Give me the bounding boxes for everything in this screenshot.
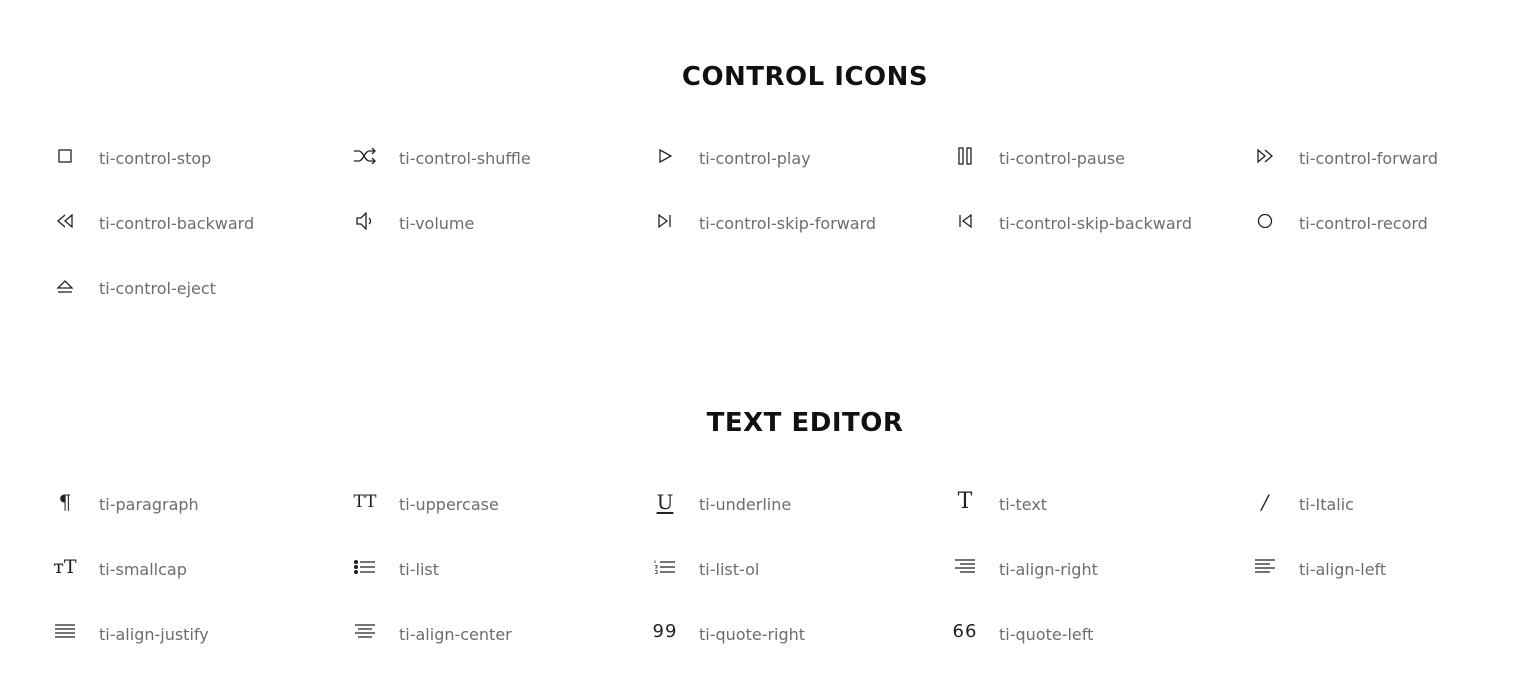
- icon-item-label: ti-list: [399, 559, 439, 579]
- icon-item-control-pause[interactable]: ti-control-pause: [945, 138, 1245, 174]
- align-right-icon: [945, 555, 985, 579]
- icon-item-label: ti-align-right: [999, 559, 1098, 579]
- icon-item-align-left[interactable]: ti-align-left: [1245, 549, 1526, 585]
- icon-item-control-forward[interactable]: ti-control-forward: [1245, 138, 1526, 174]
- underline-icon: U: [656, 490, 674, 514]
- icon-item-label: ti-underline: [699, 494, 792, 514]
- uppercase-icon: TT: [353, 492, 377, 512]
- icon-item-smallcap[interactable]: тT ti-smallcap: [45, 549, 345, 585]
- section-title-text-editor: TEXT EDITOR: [706, 408, 904, 438]
- align-center-icon: [345, 620, 385, 644]
- volume-icon: [345, 209, 385, 233]
- skip-backward-icon: [945, 209, 985, 233]
- pause-icon: [945, 144, 985, 168]
- icon-item-label: ti-control-skip-backward: [999, 213, 1193, 233]
- forward-icon: [1245, 144, 1285, 168]
- eject-icon: [45, 274, 85, 298]
- icon-item-label: ti-smallcap: [99, 559, 187, 579]
- icon-item-paragraph[interactable]: ¶ ti-paragraph: [45, 484, 345, 520]
- quote-right-icon: 99: [652, 621, 678, 642]
- icon-item-control-skip-backward[interactable]: ti-control-skip-backward: [945, 203, 1245, 239]
- icon-item-control-skip-forward[interactable]: ti-control-skip-forward: [645, 203, 945, 239]
- skip-forward-icon: [645, 209, 685, 233]
- icon-item-label: ti-paragraph: [99, 494, 199, 514]
- backward-icon: [45, 209, 85, 233]
- icon-item-label: ti-control-record: [1299, 213, 1428, 233]
- icon-item-label: ti-control-eject: [99, 278, 216, 298]
- text-editor-grid: ¶ ti-paragraph TT ti-uppercase U ti-unde…: [45, 484, 1515, 679]
- icon-item-underline[interactable]: U ti-underline: [645, 484, 945, 520]
- icon-item-list[interactable]: ti-list: [345, 549, 645, 585]
- play-icon: [645, 144, 685, 168]
- shuffle-icon: [345, 144, 385, 168]
- icon-item-label: ti-text: [999, 494, 1048, 514]
- icon-item-align-center[interactable]: ti-align-center: [345, 614, 645, 650]
- align-justify-icon: [45, 620, 85, 644]
- icon-item-label: ti-align-justify: [99, 624, 209, 644]
- stop-icon: [45, 144, 85, 168]
- icon-item-label: ti-control-skip-forward: [699, 213, 877, 233]
- section-title-control-icons: CONTROL ICONS: [681, 62, 929, 92]
- icon-item-label: ti-control-backward: [99, 213, 255, 233]
- control-icons-grid: ti-control-stop ti-control-shuffle ti-co…: [45, 138, 1515, 333]
- icon-item-volume[interactable]: ti-volume: [345, 203, 645, 239]
- icon-item-control-shuffle[interactable]: ti-control-shuffle: [345, 138, 645, 174]
- paragraph-icon: ¶: [58, 490, 72, 514]
- icon-item-control-backward[interactable]: ti-control-backward: [45, 203, 345, 239]
- smallcap-icon: тT: [53, 556, 77, 578]
- icon-item-label: ti-quote-left: [999, 624, 1094, 644]
- icon-item-label: ti-quote-right: [699, 624, 806, 644]
- icon-item-label: ti-uppercase: [399, 494, 499, 514]
- icon-item-align-justify[interactable]: ti-align-justify: [45, 614, 345, 650]
- icon-item-text[interactable]: T ti-text: [945, 484, 1245, 520]
- icon-item-label: ti-control-pause: [999, 148, 1126, 168]
- icon-item-italic[interactable]: / ti-Italic: [1245, 484, 1526, 520]
- icon-item-uppercase[interactable]: TT ti-uppercase: [345, 484, 645, 520]
- icon-item-control-record[interactable]: ti-control-record: [1245, 203, 1526, 239]
- icon-item-control-eject[interactable]: ti-control-eject: [45, 268, 345, 304]
- record-icon: [1245, 209, 1285, 233]
- text-icon: T: [957, 489, 973, 514]
- icon-item-control-stop[interactable]: ti-control-stop: [45, 138, 345, 174]
- italic-icon: /: [1261, 490, 1269, 514]
- icon-item-quote-left[interactable]: 66 ti-quote-left: [945, 614, 1245, 650]
- icon-item-list-ol[interactable]: ti-list-ol: [645, 549, 945, 585]
- list-icon: [345, 555, 385, 579]
- icon-item-label: ti-Italic: [1299, 494, 1354, 514]
- align-left-icon: [1245, 555, 1285, 579]
- icon-item-label: ti-align-left: [1299, 559, 1387, 579]
- icon-item-label: ti-volume: [399, 213, 475, 233]
- icon-item-label: ti-list-ol: [699, 559, 760, 579]
- list-ol-icon: [645, 555, 685, 579]
- icon-item-label: ti-control-play: [699, 148, 811, 168]
- icon-item-label: ti-control-forward: [1299, 148, 1439, 168]
- quote-left-icon: 66: [952, 621, 978, 642]
- icon-item-control-play[interactable]: ti-control-play: [645, 138, 945, 174]
- icon-item-align-right[interactable]: ti-align-right: [945, 549, 1245, 585]
- icon-item-quote-right[interactable]: 99 ti-quote-right: [645, 614, 945, 650]
- icon-item-label: ti-control-stop: [99, 148, 212, 168]
- icon-item-label: ti-control-shuffle: [399, 148, 531, 168]
- icon-item-label: ti-align-center: [399, 624, 512, 644]
